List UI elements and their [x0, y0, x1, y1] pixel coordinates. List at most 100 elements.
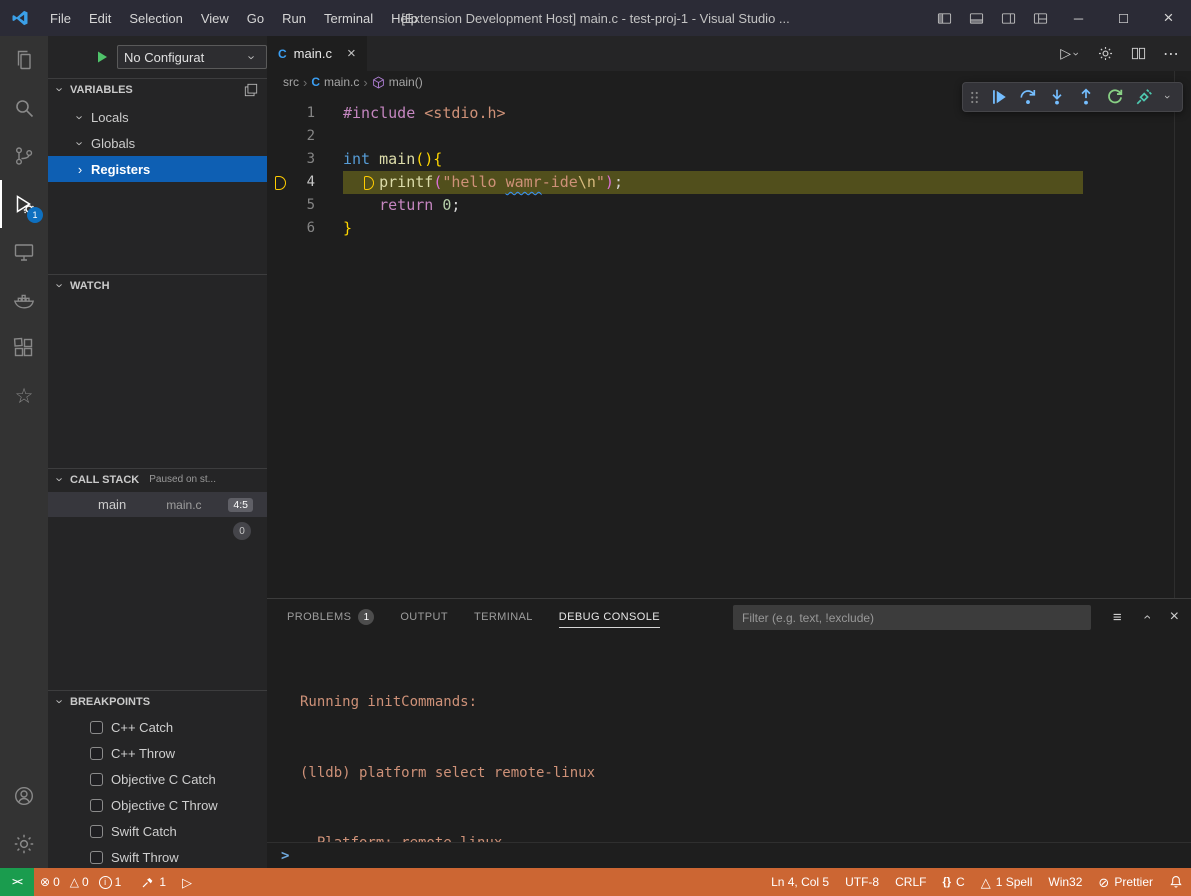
glyph-margin[interactable]: [267, 194, 291, 217]
variables-registers-row[interactable]: › Registers: [48, 156, 267, 182]
breakpoints-section-header[interactable]: › BREAKPOINTS: [48, 690, 267, 712]
extensions-icon[interactable]: [0, 324, 48, 372]
docker-icon[interactable]: [0, 276, 48, 324]
breadcrumb-symbol[interactable]: main(): [389, 75, 423, 89]
glyph-margin[interactable]: [267, 125, 291, 148]
maximize-panel-icon[interactable]: ›: [1138, 609, 1154, 625]
cursor-position[interactable]: Ln 4, Col 5: [763, 868, 837, 896]
menu-go[interactable]: Go: [238, 0, 273, 36]
line-number[interactable]: 5: [291, 194, 315, 217]
notifications-bell-icon[interactable]: [1161, 868, 1191, 896]
call-stack-section-header[interactable]: › CALL STACK Paused on st...: [48, 468, 267, 490]
run-and-debug-icon[interactable]: 1: [0, 180, 48, 228]
code-line[interactable]: 3 int main(){: [267, 148, 1191, 171]
maximize-button[interactable]: [1101, 0, 1146, 36]
line-number[interactable]: 3: [291, 148, 315, 171]
variables-section-header[interactable]: › VARIABLES: [48, 78, 267, 100]
tab-debug-console[interactable]: DEBUG CONSOLE: [559, 599, 660, 635]
breakpoint-checkbox[interactable]: [90, 825, 103, 838]
minimize-button[interactable]: ─: [1056, 0, 1101, 36]
close-panel-icon[interactable]: ×: [1170, 608, 1179, 626]
menu-run[interactable]: Run: [273, 0, 315, 36]
breakpoint-checkbox[interactable]: [90, 851, 103, 864]
breakpoint-checkbox[interactable]: [90, 773, 103, 786]
language-mode[interactable]: {} C: [934, 868, 972, 896]
problems-status[interactable]: ⊗0 △0 i1: [34, 868, 133, 896]
formatter-status[interactable]: ⊘ Prettier: [1090, 868, 1161, 896]
execution-pointer-icon[interactable]: [275, 176, 286, 190]
start-debug-icon[interactable]: [94, 49, 110, 65]
breadcrumb-file[interactable]: main.c: [324, 75, 359, 89]
code-editor[interactable]: 1 #include <stdio.h> 2 3 int main(){ 4 p…: [267, 93, 1191, 598]
toggle-sidebar-icon[interactable]: [928, 0, 960, 36]
breakpoint-row[interactable]: Swift Throw: [48, 844, 267, 868]
chevron-down-icon[interactable]: ›: [1161, 89, 1173, 105]
customize-layout-icon[interactable]: [1024, 0, 1056, 36]
tab-problems[interactable]: PROBLEMS 1: [287, 599, 374, 635]
glyph-margin[interactable]: [267, 171, 291, 194]
disconnect-icon[interactable]: [1135, 88, 1153, 106]
menu-view[interactable]: View: [192, 0, 238, 36]
menu-selection[interactable]: Selection: [120, 0, 191, 36]
settings-gear-icon[interactable]: [0, 820, 48, 868]
run-file-icon[interactable]: ▷ ›: [1060, 45, 1080, 62]
line-number[interactable]: 2: [291, 125, 315, 148]
breakpoint-row[interactable]: Objective C Throw: [48, 792, 267, 818]
debug-console-filter-input[interactable]: [733, 605, 1091, 630]
platform-indicator[interactable]: Win32: [1040, 868, 1090, 896]
step-over-icon[interactable]: [1019, 88, 1037, 106]
tab-main-c[interactable]: C main.c ×: [267, 36, 367, 71]
close-tab-icon[interactable]: ×: [347, 45, 356, 62]
breakpoint-row[interactable]: Swift Catch: [48, 818, 267, 844]
step-into-icon[interactable]: [1048, 88, 1066, 106]
debug-status[interactable]: ▷: [174, 868, 200, 896]
search-icon[interactable]: [0, 84, 48, 132]
menu-terminal[interactable]: Terminal: [315, 0, 382, 36]
line-number[interactable]: 4: [291, 171, 315, 194]
debug-console-input[interactable]: >: [267, 842, 1191, 868]
toggle-secondary-sidebar-icon[interactable]: [992, 0, 1024, 36]
tab-terminal[interactable]: TERMINAL: [474, 599, 533, 635]
remote-indicator[interactable]: ><: [0, 868, 34, 896]
code-line[interactable]: 2: [267, 125, 1191, 148]
breakpoint-row[interactable]: Objective C Catch: [48, 766, 267, 792]
line-number[interactable]: 1: [291, 102, 315, 125]
variables-actions-icon[interactable]: [244, 83, 258, 97]
breakpoint-row[interactable]: C++ Catch: [48, 714, 267, 740]
toolbar-grip-icon[interactable]: [970, 90, 979, 105]
toggle-panel-icon[interactable]: [960, 0, 992, 36]
filter-lines-icon[interactable]: ≡: [1113, 609, 1122, 626]
debug-config-dropdown[interactable]: No Configurat ›: [117, 45, 267, 69]
remote-explorer-icon[interactable]: [0, 228, 48, 276]
glyph-margin[interactable]: [267, 148, 291, 171]
explorer-icon[interactable]: [0, 36, 48, 84]
launch-settings-gear-icon[interactable]: [1097, 45, 1114, 62]
close-window-button[interactable]: ×: [1146, 0, 1191, 36]
source-control-icon[interactable]: [0, 132, 48, 180]
account-icon[interactable]: [0, 772, 48, 820]
more-actions-icon[interactable]: ⋯: [1163, 44, 1179, 64]
encoding-indicator[interactable]: UTF-8: [837, 868, 887, 896]
line-number[interactable]: 6: [291, 217, 315, 240]
variables-globals-row[interactable]: › Globals: [48, 130, 267, 156]
stack-frame-row[interactable]: main main.c 4:5: [48, 492, 267, 517]
continue-icon[interactable]: [990, 88, 1008, 106]
breakpoint-row[interactable]: C++ Throw: [48, 740, 267, 766]
tab-output[interactable]: OUTPUT: [400, 599, 448, 635]
menu-edit[interactable]: Edit: [80, 0, 120, 36]
breakpoint-checkbox[interactable]: [90, 799, 103, 812]
code-line[interactable]: 5 return 0;: [267, 194, 1191, 217]
menu-file[interactable]: File: [41, 0, 80, 36]
tools-status[interactable]: 1: [133, 868, 174, 896]
favorites-star-icon[interactable]: ☆: [0, 372, 48, 420]
breakpoint-checkbox[interactable]: [90, 721, 103, 734]
eol-indicator[interactable]: CRLF: [887, 868, 934, 896]
watch-section-header[interactable]: › WATCH: [48, 274, 267, 296]
code-line-current[interactable]: 4 printf("hello wamr-ide\n");: [267, 171, 1191, 194]
spell-checker-status[interactable]: △ 1 Spell: [973, 868, 1041, 896]
variables-locals-row[interactable]: › Locals: [48, 104, 267, 130]
restart-icon[interactable]: [1106, 88, 1124, 106]
code-line[interactable]: 6 }: [267, 217, 1191, 240]
breakpoint-checkbox[interactable]: [90, 747, 103, 760]
split-editor-icon[interactable]: [1131, 46, 1146, 61]
